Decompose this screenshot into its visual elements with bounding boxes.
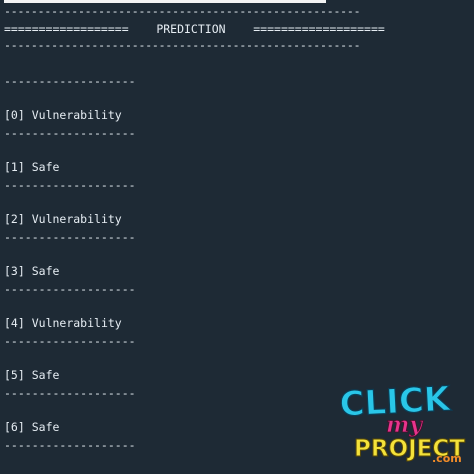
logo-my-text: my (386, 412, 424, 438)
prediction-index: [3] (4, 264, 25, 278)
click-my-project-logo: CLICK my PROJECT .com (338, 380, 466, 465)
terminal-top-bar (4, 0, 326, 3)
prediction-label: Safe (31, 264, 60, 278)
prediction-item: [6] Safe (4, 420, 59, 434)
header-rule: ----------------------------------------… (4, 38, 361, 52)
top-rule: ----------------------------------------… (4, 4, 361, 18)
prediction-item: [3] Safe (4, 264, 59, 278)
prediction-label: Vulnerability (31, 108, 122, 122)
prediction-item: [2] Vulnerability (4, 212, 122, 226)
separator: ------------------- (4, 178, 136, 192)
prediction-item: [5] Safe (4, 368, 59, 382)
prediction-index: [1] (4, 160, 25, 174)
separator: ------------------- (4, 230, 136, 244)
separator: ------------------- (4, 126, 136, 140)
separator: ------------------- (4, 74, 136, 88)
prediction-label: Safe (31, 160, 60, 174)
prediction-index: [4] (4, 316, 25, 330)
prediction-label: Safe (31, 420, 60, 434)
separator: ------------------- (4, 334, 136, 348)
prediction-index: [5] (4, 368, 25, 382)
terminal-window: ------------------- ------------------- --… (0, 0, 474, 474)
prediction-item: [0] Vulnerability (4, 108, 122, 122)
prediction-item: [1] Safe (4, 160, 59, 174)
prediction-label: Vulnerability (31, 212, 122, 226)
separator: ------------------- (4, 438, 136, 452)
prediction-header: ================== PREDICTION ==========… (4, 22, 385, 36)
prediction-label: Vulnerability (31, 316, 122, 330)
prediction-index: [2] (4, 212, 25, 226)
separator: ------------------- (4, 282, 136, 296)
prediction-index: [0] (4, 108, 25, 122)
prediction-index: [6] (4, 420, 25, 434)
prediction-label: Safe (31, 368, 60, 382)
prediction-item: [4] Vulnerability (4, 316, 122, 330)
logo-com-text: .com (432, 452, 462, 465)
separator: ------------------- (4, 386, 136, 400)
